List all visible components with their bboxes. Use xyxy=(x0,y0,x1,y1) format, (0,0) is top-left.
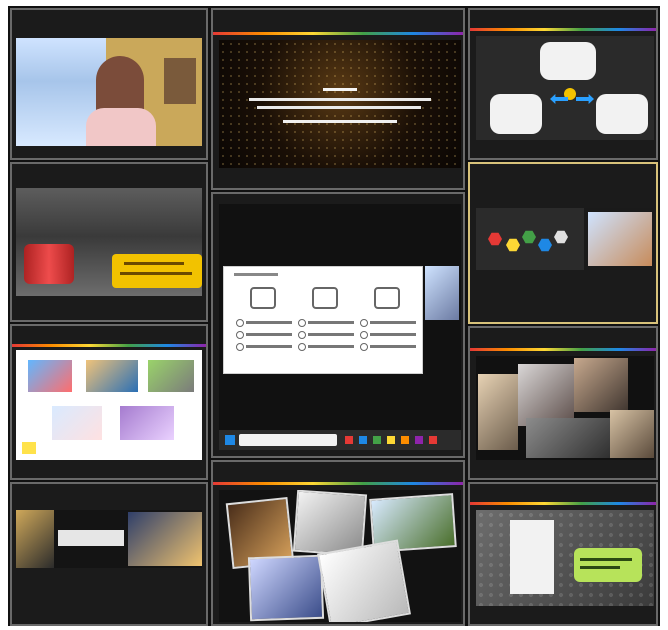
small-view-strip xyxy=(16,510,202,568)
grid-photo-5 xyxy=(120,406,174,440)
video-meeting-gallery xyxy=(8,6,660,626)
top-color-strip xyxy=(470,502,656,505)
doc-title-line xyxy=(234,273,278,276)
option-text xyxy=(246,345,292,348)
collage-photo-5 xyxy=(610,410,654,458)
collage-photo-4 xyxy=(526,418,610,458)
option-text xyxy=(308,333,354,336)
wall-shelf xyxy=(164,58,196,104)
shared-photo-collage xyxy=(476,356,654,460)
shared-slide xyxy=(219,40,461,168)
small-thumb-3 xyxy=(128,512,202,566)
poster-4 xyxy=(247,554,325,622)
collage-photo-2 xyxy=(518,364,574,426)
worker-figures xyxy=(24,244,74,284)
tile-r1c1-camera[interactable] xyxy=(10,8,208,160)
icon-list-panel xyxy=(510,520,554,594)
poster-5 xyxy=(317,539,411,622)
side-video-thumb xyxy=(425,266,459,320)
document-page xyxy=(223,266,423,374)
tile-r3c3-photo-collage[interactable] xyxy=(468,326,658,480)
collage-photo-3 xyxy=(574,358,628,412)
top-color-strip xyxy=(470,348,656,351)
doc-icon-3 xyxy=(374,287,400,309)
top-color-strip xyxy=(470,28,656,31)
shared-diagram xyxy=(476,36,654,140)
shared-photo-grid xyxy=(16,350,202,460)
option-bullet xyxy=(236,319,244,327)
diagram-card-right xyxy=(596,94,648,134)
top-color-strip xyxy=(213,32,463,35)
shared-desktop xyxy=(219,204,461,450)
option-bullet xyxy=(236,343,244,351)
tile-r2c1-factory-slide[interactable] xyxy=(10,162,208,322)
grid-photo-1 xyxy=(28,360,72,392)
taskbar xyxy=(219,430,461,450)
grid-photo-2 xyxy=(86,360,138,392)
tile-r4c1-small-views[interactable] xyxy=(10,482,208,626)
option-bullet xyxy=(236,331,244,339)
slide-title-line xyxy=(323,88,357,91)
yellow-sticky xyxy=(22,442,36,454)
callout-text-line xyxy=(580,558,632,561)
tile-r2c3-hexagon-diagram[interactable] xyxy=(468,162,658,324)
tile-r4c2-posters[interactable] xyxy=(211,460,465,626)
small-thumb-1 xyxy=(16,510,54,568)
option-text xyxy=(370,321,416,324)
camera-thumb xyxy=(588,212,652,266)
taskbar-search-box[interactable] xyxy=(239,434,337,446)
taskbar-app-icon[interactable] xyxy=(429,436,437,444)
taskbar-app-icon[interactable] xyxy=(345,436,353,444)
slide-text-line xyxy=(257,106,421,109)
small-thumb-2 xyxy=(58,530,124,546)
taskbar-app-icon[interactable] xyxy=(373,436,381,444)
option-bullet xyxy=(360,331,368,339)
doc-icon-1 xyxy=(250,287,276,309)
top-color-strip xyxy=(213,482,463,485)
option-text xyxy=(308,345,354,348)
collage-photo-1 xyxy=(478,374,518,450)
option-text xyxy=(246,321,292,324)
slide-text-line xyxy=(283,120,397,123)
option-text xyxy=(370,345,416,348)
tile-r1c3-icons-diagram[interactable] xyxy=(468,8,658,160)
person-shirt xyxy=(86,108,156,146)
banner-text-line xyxy=(124,262,184,265)
taskbar-app-icon[interactable] xyxy=(387,436,395,444)
sparkle-texture xyxy=(219,40,461,168)
grid-photo-3 xyxy=(148,360,194,392)
tile-r4c3-map-callout[interactable] xyxy=(468,482,658,626)
option-bullet xyxy=(360,319,368,327)
banner-text-line xyxy=(120,272,192,275)
option-text xyxy=(370,333,416,336)
option-text xyxy=(308,321,354,324)
tile-r2c2-document-window[interactable] xyxy=(211,192,465,458)
participant-camera-feed xyxy=(16,38,202,146)
option-bullet xyxy=(298,343,306,351)
shared-slide xyxy=(16,188,202,296)
windows-start-icon[interactable] xyxy=(225,435,235,445)
callout-text-line xyxy=(580,566,620,569)
option-text xyxy=(246,333,292,336)
shared-map-slide xyxy=(476,510,654,606)
option-bullet xyxy=(298,331,306,339)
slide-text-line xyxy=(249,98,431,101)
taskbar-app-icon[interactable] xyxy=(401,436,409,444)
shared-collage xyxy=(219,490,461,622)
taskbar-app-icon[interactable] xyxy=(359,436,367,444)
top-color-strip xyxy=(12,344,206,347)
taskbar-app-icon[interactable] xyxy=(415,436,423,444)
arrow-icon xyxy=(576,94,594,104)
green-callout xyxy=(574,548,642,582)
yellow-banner xyxy=(112,254,202,288)
diagram-card-left xyxy=(490,94,542,134)
tile-r3c1-photo-grid[interactable] xyxy=(10,324,208,480)
grid-photo-4 xyxy=(52,406,102,440)
tile-r1c2-dark-text-slide[interactable] xyxy=(211,8,465,190)
diagram-card-top xyxy=(540,42,596,80)
shared-slide-with-camera xyxy=(476,208,654,270)
option-bullet xyxy=(298,319,306,327)
doc-icon-2 xyxy=(312,287,338,309)
option-bullet xyxy=(360,343,368,351)
